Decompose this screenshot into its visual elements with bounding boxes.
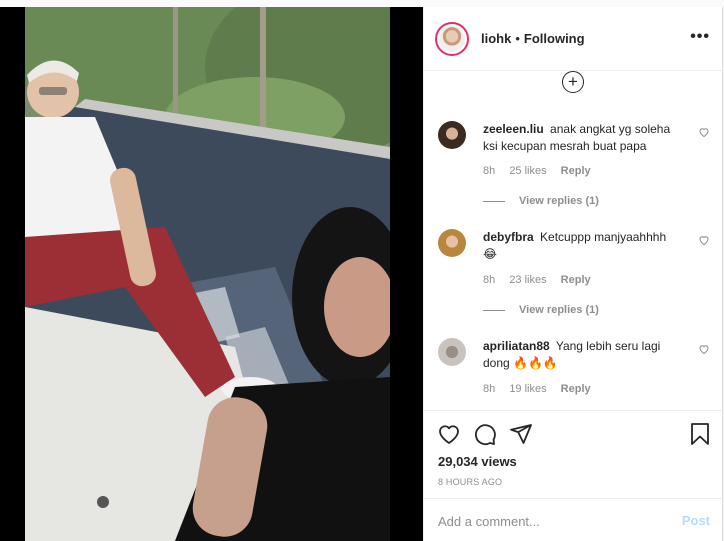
view-count[interactable]: 29,034 views <box>438 454 517 469</box>
comment-age: 8h <box>483 165 496 177</box>
post-timestamp[interactable]: 8 HOURS AGO <box>438 477 502 487</box>
comment-like-heart-icon[interactable] <box>698 234 710 246</box>
comment-likes[interactable]: 25 likes <box>509 165 546 177</box>
author-avatar[interactable] <box>435 21 469 56</box>
post-header: liohk • Following ••• <box>424 7 724 71</box>
comment-reply-button[interactable]: Reply <box>561 165 591 177</box>
comment-username[interactable]: zeeleen.liu <box>483 122 544 136</box>
following-status-button[interactable]: Following <box>524 31 585 46</box>
post-actions: 29,034 views 8 HOURS AGO <box>424 410 724 505</box>
share-send-icon[interactable] <box>509 422 533 446</box>
comment-meta: 8h 23 likes Reply <box>483 274 602 286</box>
video-frame-illustration <box>25 7 390 541</box>
comment-likes[interactable]: 19 likes <box>509 383 546 395</box>
view-replies-button[interactable]: View replies (1) <box>483 195 599 207</box>
view-replies-line <box>483 200 505 202</box>
media-container <box>0 7 423 541</box>
comment-meta: 8h 19 likes Reply <box>483 383 602 395</box>
comment-input[interactable] <box>438 511 668 531</box>
comment-age: 8h <box>483 274 496 286</box>
view-replies-label: View replies (1) <box>519 304 599 316</box>
comment-body: zeeleen.liu anak angkat yg soleha ksi ke… <box>483 121 683 155</box>
post-side-panel: liohk • Following ••• + zeeleen.liu anak… <box>423 7 724 541</box>
comment-username[interactable]: apriliatan88 <box>483 339 550 353</box>
view-replies-button[interactable]: View replies (1) <box>483 304 599 316</box>
comment-bubble-icon[interactable] <box>473 422 497 446</box>
view-replies-label: View replies (1) <box>519 195 599 207</box>
commenter-avatar[interactable] <box>438 338 466 366</box>
commenter-avatar[interactable] <box>438 121 466 149</box>
comment-meta: 8h 25 likes Reply <box>483 165 602 177</box>
comment-body: apriliatan88 Yang lebih seru lagi dong 🔥… <box>483 338 683 372</box>
comment-like-heart-icon[interactable] <box>698 126 710 138</box>
comment-like-heart-icon[interactable] <box>698 343 710 355</box>
header-separator: • <box>515 31 520 46</box>
comment-body: debyfbra Ketcuppp manjyaahhhh 😂 <box>483 229 683 263</box>
commenter-avatar[interactable] <box>438 229 466 257</box>
view-replies-line <box>483 309 505 311</box>
comment-username[interactable]: debyfbra <box>483 230 534 244</box>
comment-likes[interactable]: 23 likes <box>509 274 546 286</box>
comment-reply-button[interactable]: Reply <box>561 383 591 395</box>
more-horizontal-icon[interactable]: ••• <box>690 29 710 45</box>
post-comment-button[interactable]: Post <box>682 513 710 528</box>
comments-list: + zeeleen.liu anak angkat yg soleha ksi … <box>424 71 724 410</box>
comment-reply-button[interactable]: Reply <box>561 274 591 286</box>
load-more-comments-plus-icon[interactable]: + <box>562 71 584 93</box>
comment-age: 8h <box>483 383 496 395</box>
instagram-post-view: liohk • Following ••• + zeeleen.liu anak… <box>0 0 724 541</box>
like-heart-icon[interactable] <box>437 422 461 446</box>
author-username[interactable]: liohk <box>481 31 511 46</box>
add-comment-section: Post <box>424 498 724 541</box>
save-bookmark-icon[interactable] <box>688 422 712 446</box>
post-video[interactable] <box>25 7 390 541</box>
